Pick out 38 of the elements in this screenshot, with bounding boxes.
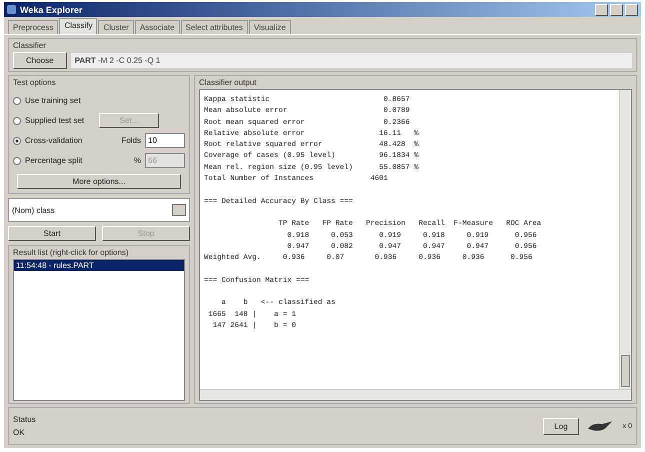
option-label: Use training set [25, 96, 82, 105]
group-title: Classifier [13, 41, 47, 50]
group-title: Result list (right-click for options) [13, 248, 130, 257]
tab[interactable]: Classify [59, 18, 98, 34]
app-icon [7, 5, 16, 14]
more-options-button[interactable]: More options... [17, 174, 181, 189]
close-button[interactable] [625, 4, 638, 16]
classifier-field[interactable]: PART -M 2 -C 0.25 -Q 1 [70, 53, 632, 68]
option-label: Cross-validation [25, 136, 84, 145]
group-title: Test options [13, 78, 57, 87]
bird-icon [586, 419, 615, 433]
log-button[interactable]: Log [543, 418, 579, 434]
tab[interactable]: Preprocess [8, 20, 58, 34]
class-dropdown[interactable]: (Nom) class [8, 198, 190, 222]
input-field[interactable]: 10 [145, 133, 185, 148]
field-label: % [134, 156, 141, 165]
minimize-button[interactable] [595, 4, 608, 16]
result-item[interactable]: 11:54:48 - rules.PART [14, 260, 184, 271]
option-label: Supplied test set [25, 116, 86, 125]
field-label: Folds [121, 136, 141, 145]
window-title: Weka Explorer [20, 4, 84, 14]
vertical-scrollbar[interactable] [619, 90, 631, 389]
radio-button[interactable] [13, 156, 21, 164]
maximize-button[interactable] [610, 4, 623, 16]
radio-button[interactable] [13, 96, 21, 104]
option-label: Percentage split [25, 156, 84, 165]
radio-button[interactable] [13, 136, 21, 144]
tab[interactable]: Select attributes [180, 20, 248, 34]
group-title: Classifier output [199, 78, 258, 87]
tab[interactable]: Visualize [248, 20, 291, 34]
tab[interactable]: Cluster [98, 20, 134, 34]
choose-button[interactable]: Choose [13, 52, 67, 69]
horizontal-scrollbar[interactable] [200, 389, 631, 400]
radio-button[interactable] [13, 116, 21, 124]
group-title: Status [13, 415, 37, 424]
tab[interactable]: Associate [134, 20, 180, 34]
status-text: OK [13, 428, 26, 437]
start-button[interactable]: Start [8, 226, 96, 241]
